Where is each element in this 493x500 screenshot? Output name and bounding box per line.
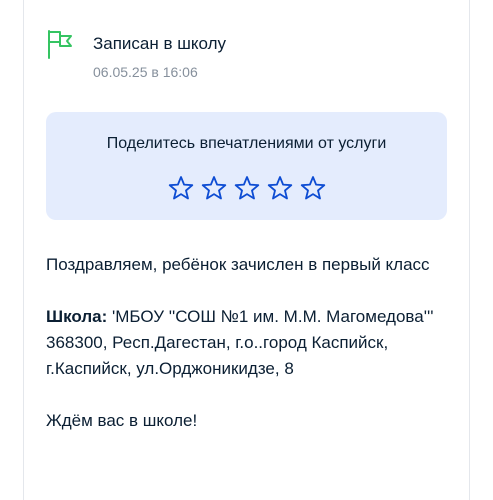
feedback-prompt: Поделитесь впечатлениями от услуги — [106, 135, 387, 152]
feedback-box: Поделитесь впечатлениями от услуги — [46, 112, 447, 220]
star-icon-4[interactable] — [267, 175, 293, 201]
star-icon-2[interactable] — [201, 175, 227, 201]
closing-text: Ждём вас в школе! — [46, 411, 198, 430]
school-info: Школа: 'МБОУ ''СОШ №1 им. М.М. Магомедов… — [46, 304, 436, 382]
star-rating — [46, 175, 447, 201]
school-label: Школа: — [46, 307, 108, 326]
congrats-text: Поздравляем, ребёнок зачислен в первый к… — [46, 255, 430, 274]
star-icon-5[interactable] — [300, 175, 326, 201]
status-row: Записан в школу 06.05.25 в 16:06 — [46, 28, 446, 88]
status-timestamp: 06.05.25 в 16:06 — [93, 64, 198, 80]
notification-card: Записан в школу 06.05.25 в 16:06 Поделит… — [23, 0, 470, 500]
star-icon-1[interactable] — [168, 175, 194, 201]
message-body: Поздравляем, ребёнок зачислен в первый к… — [46, 252, 436, 434]
status-title: Записан в школу — [93, 34, 227, 53]
star-icon-3[interactable] — [234, 175, 260, 201]
flag-icon — [46, 29, 74, 59]
